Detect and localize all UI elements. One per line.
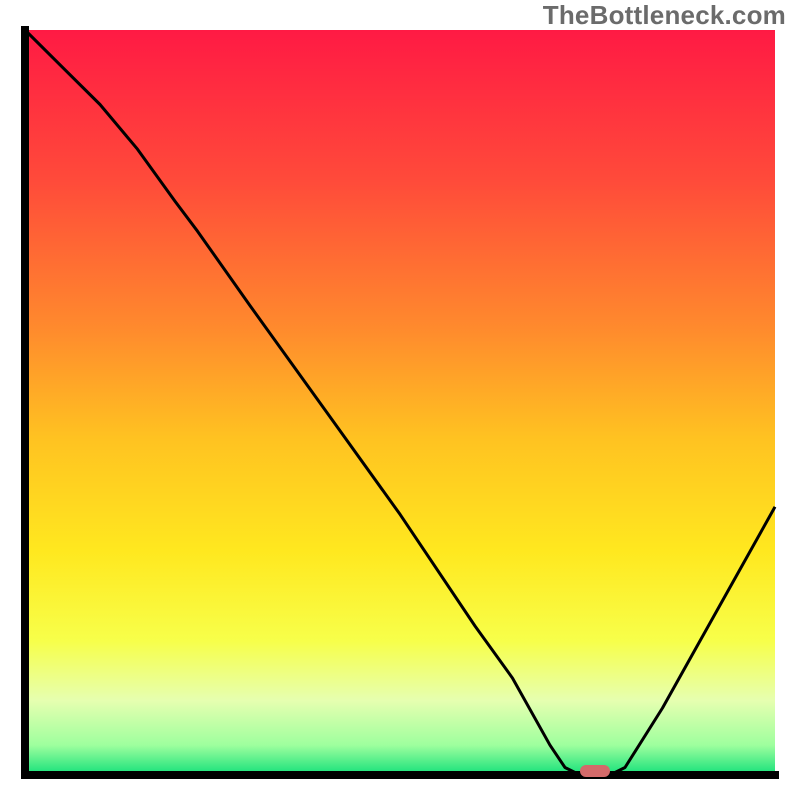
plot-background	[25, 30, 775, 775]
watermark-text: TheBottleneck.com	[543, 0, 786, 31]
highlight-marker	[580, 765, 610, 777]
chart-svg	[0, 0, 800, 800]
chart-container: TheBottleneck.com	[0, 0, 800, 800]
